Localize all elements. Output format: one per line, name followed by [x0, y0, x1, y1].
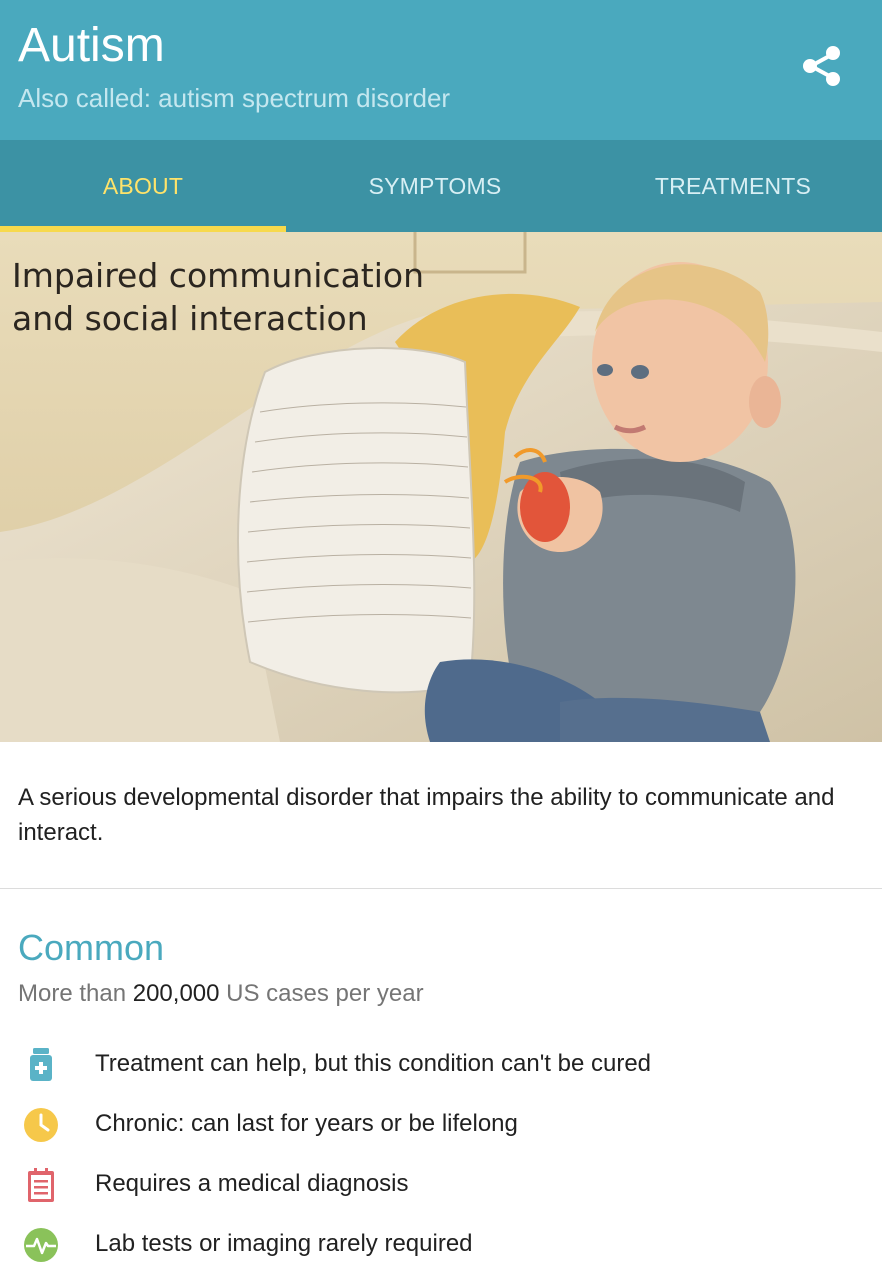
- clock-icon: [22, 1106, 60, 1144]
- fact-item-duration: Chronic: can last for years or be lifelo…: [0, 1094, 882, 1154]
- hero-illustration: Impaired communication and social intera…: [0, 232, 882, 742]
- hero-caption-line-2: and social interaction: [12, 299, 368, 338]
- page-subtitle: Also called: autism spectrum disorder: [18, 83, 451, 113]
- fact-text: Chronic: can last for years or be lifelo…: [95, 1110, 518, 1137]
- fact-text: Requires a medical diagnosis: [95, 1170, 409, 1197]
- fact-text: Treatment can help, but this condition c…: [95, 1050, 652, 1077]
- fact-item-tests: Lab tests or imaging rarely required: [0, 1214, 882, 1268]
- pulse-icon: [22, 1226, 60, 1264]
- tab-bar: ABOUT SYMPTOMS TREATMENTS: [0, 140, 882, 232]
- tab-about[interactable]: ABOUT: [0, 140, 286, 232]
- app-header: Autism Also called: autism spectrum diso…: [0, 0, 882, 140]
- medicine-bottle-icon: [22, 1046, 60, 1084]
- share-icon[interactable]: [798, 42, 846, 90]
- case-count-prefix: More than: [18, 980, 127, 1007]
- hero-caption-line-1: Impaired communication: [12, 256, 425, 295]
- case-count: More than 200,000 US cases per year: [18, 978, 424, 1010]
- fact-text: Lab tests or imaging rarely required: [95, 1230, 473, 1257]
- prevalence-label: Common: [18, 927, 165, 968]
- condition-description: A serious developmental disorder that im…: [18, 784, 835, 846]
- fact-item-treatment: Treatment can help, but this condition c…: [0, 1034, 882, 1094]
- hero-caption: Impaired communication and social intera…: [12, 254, 424, 340]
- clipboard-icon: [22, 1166, 60, 1204]
- tab-symptoms[interactable]: SYMPTOMS: [286, 140, 584, 232]
- case-count-suffix: US cases per year: [226, 980, 424, 1007]
- page-title: Autism: [18, 19, 165, 72]
- case-count-number: 200,000: [132, 980, 220, 1007]
- tab-treatments[interactable]: TREATMENTS: [584, 140, 882, 232]
- fact-item-diagnosis: Requires a medical diagnosis: [0, 1154, 882, 1214]
- section-divider: [0, 888, 882, 889]
